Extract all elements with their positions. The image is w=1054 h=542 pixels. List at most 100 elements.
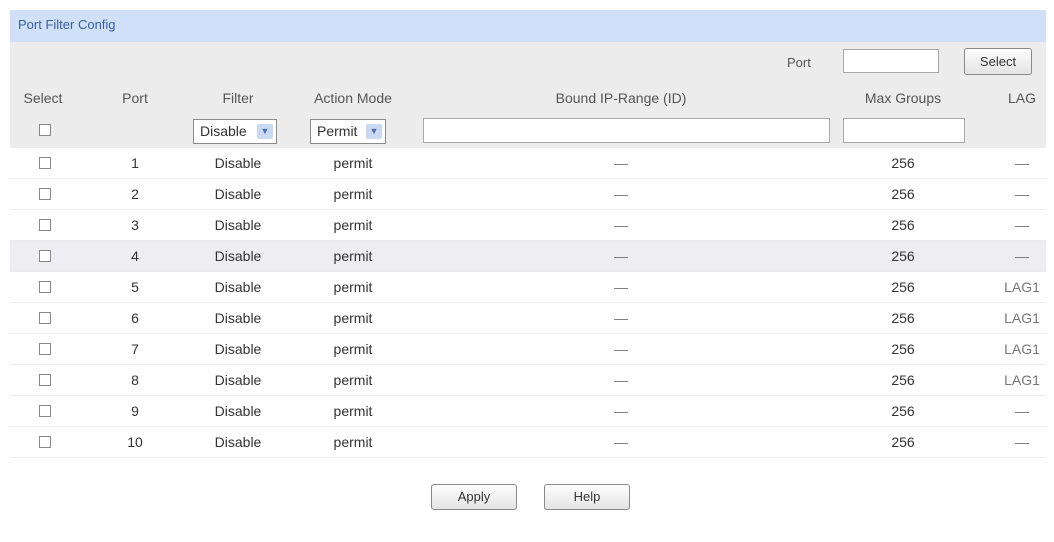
port-cell: 5 <box>131 279 139 295</box>
filter-cell: Disable <box>214 279 262 295</box>
action-mode-cell: permit <box>333 248 373 264</box>
bound-ip-range-cell: — <box>614 155 628 171</box>
row-select-checkbox[interactable] <box>39 312 51 324</box>
bound-ip-range-cell: — <box>614 403 628 419</box>
filter-cell: Disable <box>214 372 262 388</box>
panel-header: Port Filter Config <box>10 10 1046 42</box>
table-row: 4 Disable permit — 256 — <box>10 241 1046 272</box>
filter-cell: Disable <box>214 186 262 202</box>
max-groups-cell: 256 <box>891 403 915 419</box>
row-select-checkbox[interactable] <box>39 374 51 386</box>
bound-ip-range-cell: — <box>614 279 628 295</box>
row-select-checkbox[interactable] <box>39 343 51 355</box>
action-mode-cell: permit <box>333 186 373 202</box>
port-cell: 3 <box>131 217 139 233</box>
port-cell: 9 <box>131 403 139 419</box>
bound-ip-range-cell: — <box>614 217 628 233</box>
action-mode-cell: permit <box>333 217 373 233</box>
action-mode-cell: permit <box>333 434 373 450</box>
max-groups-cell: 256 <box>891 372 915 388</box>
max-groups-cell: 256 <box>891 217 915 233</box>
lag-cell: — <box>1015 217 1029 233</box>
action-mode-cell: permit <box>333 279 373 295</box>
bound-ip-range-cell: — <box>614 434 628 450</box>
row-select-checkbox[interactable] <box>39 436 51 448</box>
action-mode-cell: permit <box>333 310 373 326</box>
col-header-lag: LAG <box>1007 90 1037 106</box>
chevron-down-icon: ▼ <box>366 124 382 139</box>
filter-cell: Disable <box>214 248 262 264</box>
lag-cell: LAG1 <box>1004 310 1040 326</box>
table-row: 2 Disable permit — 256 — <box>10 179 1046 210</box>
col-header-bound-ip-range: Bound IP-Range (ID) <box>555 90 687 106</box>
select-port-button[interactable]: Select <box>964 48 1032 75</box>
table-row: 9 Disable permit — 256 — <box>10 396 1046 427</box>
max-groups-cell: 256 <box>891 341 915 357</box>
lag-cell: — <box>1015 186 1029 202</box>
filter-cell: Disable <box>214 155 262 171</box>
lag-cell: LAG1 <box>1004 372 1040 388</box>
bound-ip-range-cell: — <box>614 372 628 388</box>
action-mode-cell: permit <box>333 155 373 171</box>
bound-ip-range-cell: — <box>614 310 628 326</box>
col-header-filter: Filter <box>222 90 254 106</box>
bound-ip-range-cell: — <box>614 186 628 202</box>
lag-cell: — <box>1015 155 1029 171</box>
table-header: Select Port Filter Action Mode Bound IP-… <box>10 82 1046 114</box>
col-header-select: Select <box>23 90 63 106</box>
table-row: 7 Disable permit — 256 LAG1 <box>10 334 1046 365</box>
port-cell: 2 <box>131 186 139 202</box>
batch-action-mode-value: Permit <box>317 123 358 139</box>
table-row: 5 Disable permit — 256 LAG1 <box>10 272 1046 303</box>
action-mode-cell: permit <box>333 372 373 388</box>
lag-cell: — <box>1015 248 1029 264</box>
table-row: 10 Disable permit — 256 — <box>10 427 1046 458</box>
port-cell: 8 <box>131 372 139 388</box>
col-header-max-groups: Max Groups <box>864 90 942 106</box>
row-select-checkbox[interactable] <box>39 405 51 417</box>
filter-cell: Disable <box>214 341 262 357</box>
port-cell: 6 <box>131 310 139 326</box>
bound-ip-range-cell: — <box>614 341 628 357</box>
batch-bound-ip-range-input[interactable] <box>423 118 830 143</box>
row-select-checkbox[interactable] <box>39 188 51 200</box>
row-select-checkbox[interactable] <box>39 157 51 169</box>
apply-button[interactable]: Apply <box>431 484 517 510</box>
batch-edit-row: Disable ▼ Permit ▼ <box>10 114 1046 148</box>
table-row: 6 Disable permit — 256 LAG1 <box>10 303 1046 334</box>
action-mode-cell: permit <box>333 403 373 419</box>
lag-cell: — <box>1015 403 1029 419</box>
batch-filter-select[interactable]: Disable ▼ <box>193 119 277 144</box>
col-header-action-mode: Action Mode <box>314 90 392 106</box>
table-row: 8 Disable permit — 256 LAG1 <box>10 365 1046 396</box>
port-cell: 7 <box>131 341 139 357</box>
batch-action-mode-select[interactable]: Permit ▼ <box>310 119 386 144</box>
row-select-checkbox[interactable] <box>39 250 51 262</box>
chevron-down-icon: ▼ <box>257 124 273 139</box>
batch-max-groups-input[interactable] <box>843 118 965 143</box>
col-header-port: Port <box>122 90 148 106</box>
bound-ip-range-cell: — <box>614 248 628 264</box>
action-mode-cell: permit <box>333 341 373 357</box>
table-row: 3 Disable permit — 256 — <box>10 210 1046 241</box>
lag-cell: LAG1 <box>1004 341 1040 357</box>
filter-cell: Disable <box>214 434 262 450</box>
max-groups-cell: 256 <box>891 310 915 326</box>
filter-cell: Disable <box>214 403 262 419</box>
lag-cell: — <box>1015 434 1029 450</box>
row-select-checkbox[interactable] <box>39 281 51 293</box>
table-row: 1 Disable permit — 256 — <box>10 148 1046 179</box>
max-groups-cell: 256 <box>891 155 915 171</box>
help-button[interactable]: Help <box>544 484 630 510</box>
select-all-checkbox[interactable] <box>39 124 51 136</box>
port-search-input[interactable] <box>843 49 939 73</box>
filter-cell: Disable <box>214 217 262 233</box>
port-search-bar: Port Select <box>10 42 1046 82</box>
filter-cell: Disable <box>214 310 262 326</box>
max-groups-cell: 256 <box>891 186 915 202</box>
row-select-checkbox[interactable] <box>39 219 51 231</box>
batch-filter-value: Disable <box>200 123 247 139</box>
port-cell: 4 <box>131 248 139 264</box>
port-cell: 1 <box>131 155 139 171</box>
panel-title: Port Filter Config <box>18 17 116 32</box>
